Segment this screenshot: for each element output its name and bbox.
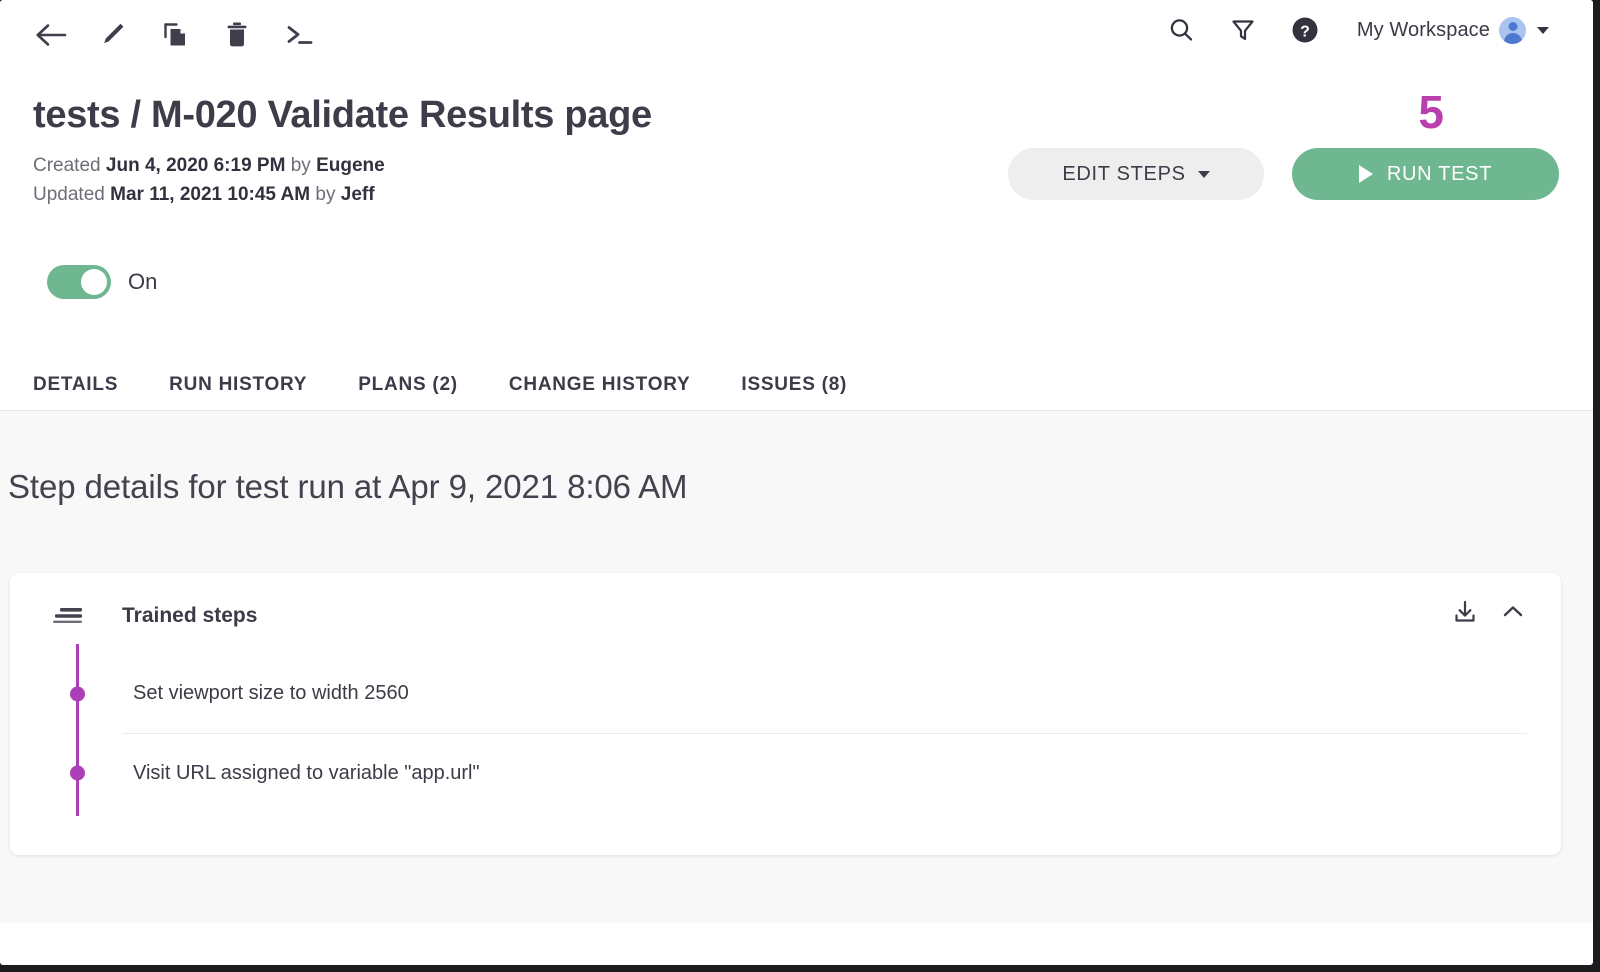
back-arrow-icon[interactable] — [34, 14, 68, 56]
filter-icon[interactable] — [1227, 12, 1259, 48]
card-header: Trained steps — [10, 573, 1561, 628]
action-button-group: EDIT STEPS RUN TEST — [1008, 148, 1559, 200]
chevron-up-icon[interactable] — [1500, 599, 1526, 625]
run-test-label: RUN TEST — [1387, 163, 1492, 186]
app-page: ? My Workspace tests / M-020 Validate Re… — [0, 0, 1593, 965]
main-content: Step details for test run at Apr 9, 2021… — [0, 411, 1593, 923]
tab-change-history[interactable]: CHANGE HISTORY — [509, 374, 691, 410]
step-item[interactable]: Set viewport size to width 2560 — [122, 654, 1527, 733]
section-heading: Step details for test run at Apr 9, 2021… — [0, 411, 1593, 506]
avatar — [1499, 17, 1526, 44]
trained-steps-card: Trained steps — [10, 573, 1561, 855]
card-header-actions — [1452, 599, 1526, 625]
enabled-toggle-row: On — [47, 265, 1593, 299]
created-label: Created — [33, 155, 101, 176]
header-actions: 5 EDIT STEPS RUN TEST — [1008, 86, 1559, 200]
card-title: Trained steps — [122, 604, 257, 628]
step-text: Visit URL assigned to variable "app.url" — [133, 762, 480, 785]
topbar-right-group: ? My Workspace — [1165, 12, 1549, 48]
title-area: tests / M-020 Validate Results page Crea… — [0, 94, 1593, 209]
updated-date: Mar 11, 2021 10:45 AM — [110, 184, 310, 205]
svg-text:?: ? — [1300, 24, 1310, 41]
help-icon[interactable]: ? — [1289, 12, 1321, 48]
created-by-word: by — [291, 155, 311, 176]
steps-list: Set viewport size to width 2560 Visit UR… — [10, 654, 1561, 842]
terminal-console-icon[interactable] — [282, 14, 316, 56]
enabled-toggle[interactable] — [47, 265, 111, 299]
updated-label: Updated — [33, 184, 105, 205]
step-dot — [70, 686, 85, 701]
tab-details[interactable]: DETAILS — [33, 374, 118, 410]
trash-delete-icon[interactable] — [220, 14, 254, 56]
chevron-down-icon — [1537, 27, 1549, 34]
top-toolbar: ? My Workspace — [0, 0, 1593, 74]
workspace-label: My Workspace — [1357, 19, 1490, 42]
copy-duplicate-icon[interactable] — [158, 14, 192, 56]
updated-by-user: Jeff — [341, 184, 375, 205]
step-text: Set viewport size to width 2560 — [133, 682, 409, 705]
tab-issues[interactable]: ISSUES (8) — [741, 374, 847, 410]
step-item[interactable]: Visit URL assigned to variable "app.url" — [122, 733, 1527, 812]
created-by-user: Eugene — [316, 155, 385, 176]
play-icon — [1359, 165, 1373, 183]
download-icon[interactable] — [1452, 599, 1478, 625]
pencil-edit-icon[interactable] — [96, 14, 130, 56]
tab-plans[interactable]: PLANS (2) — [358, 374, 458, 410]
search-icon[interactable] — [1165, 12, 1197, 48]
created-date: Jun 4, 2020 6:19 PM — [106, 155, 286, 176]
step-dot — [70, 766, 85, 781]
timeline-line — [76, 644, 79, 816]
edit-steps-label: EDIT STEPS — [1062, 163, 1185, 186]
toggle-state-label: On — [128, 269, 157, 295]
updated-by-word: by — [315, 184, 335, 205]
tab-run-history[interactable]: RUN HISTORY — [169, 374, 307, 410]
run-count-badge: 5 — [1418, 86, 1444, 138]
workspace-menu[interactable]: My Workspace — [1357, 17, 1549, 44]
list-lines-icon — [52, 605, 100, 627]
toolbar-icon-group — [34, 14, 316, 56]
toggle-knob — [81, 269, 107, 295]
chevron-down-icon — [1198, 171, 1210, 178]
run-test-button[interactable]: RUN TEST — [1292, 148, 1559, 200]
tab-bar: DETAILS RUN HISTORY PLANS (2) CHANGE HIS… — [0, 359, 1593, 411]
edit-steps-button[interactable]: EDIT STEPS — [1008, 148, 1264, 200]
